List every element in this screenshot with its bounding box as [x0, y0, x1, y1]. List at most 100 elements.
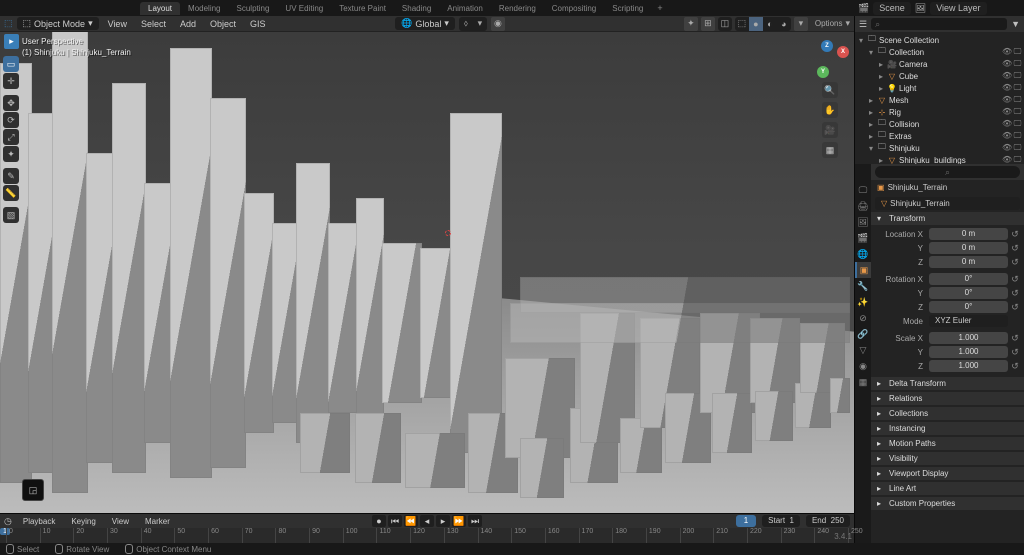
- workspace-tab-modeling[interactable]: Modeling: [180, 2, 228, 15]
- loc-y-field[interactable]: 0 m: [929, 242, 1008, 254]
- eye-icon[interactable]: 👁: [1002, 107, 1011, 117]
- eye-icon[interactable]: 👁: [1002, 95, 1011, 105]
- viewlayer-selector[interactable]: View Layer: [930, 2, 986, 15]
- gizmo-visibility-icon[interactable]: ✦: [684, 17, 698, 31]
- prop-tab-render[interactable]: 🖵: [855, 182, 871, 198]
- prop-tab-output[interactable]: 🖨: [855, 198, 871, 214]
- current-frame-field[interactable]: 1: [736, 515, 756, 527]
- tool-rotate[interactable]: ⟳: [3, 112, 19, 128]
- axis-x-icon[interactable]: X: [837, 46, 849, 58]
- play-icon[interactable]: ▸: [436, 515, 450, 527]
- rotation-mode-select[interactable]: XYZ Euler: [929, 315, 1008, 327]
- disclose-icon[interactable]: ▸: [879, 84, 887, 93]
- outliner-row[interactable]: ▸▽Cube👁🖵: [855, 70, 1024, 82]
- disable-icon[interactable]: 🖵: [1013, 83, 1022, 93]
- pan-icon[interactable]: ✋: [822, 102, 838, 118]
- lock-icon[interactable]: ↺: [1010, 288, 1020, 299]
- disclose-icon[interactable]: ▸: [879, 72, 887, 81]
- disable-icon[interactable]: 🖵: [1013, 155, 1022, 164]
- shading-wireframe-icon[interactable]: ⬚: [735, 17, 749, 31]
- nav-gizmo[interactable]: Z X Y: [811, 40, 849, 78]
- loc-z-field[interactable]: 0 m: [929, 256, 1008, 268]
- mini-axis-icon[interactable]: ◲: [22, 479, 44, 501]
- outliner-row[interactable]: ▸🎥Camera👁🖵: [855, 58, 1024, 70]
- tl-menu-playback[interactable]: Playback: [18, 517, 60, 526]
- outliner-row[interactable]: ▾🗀Collection👁🖵: [855, 46, 1024, 58]
- editor-type-icon[interactable]: ⬚: [4, 18, 13, 29]
- menu-file[interactable]: File: [20, 3, 47, 13]
- panel-header[interactable]: ▸Viewport Display: [871, 467, 1024, 480]
- scale-y-field[interactable]: 1.000: [929, 346, 1008, 358]
- eye-icon[interactable]: 👁: [1002, 47, 1011, 57]
- lock-icon[interactable]: ↺: [1010, 257, 1020, 268]
- prop-tab-world[interactable]: 🌐: [855, 246, 871, 262]
- object-name-field[interactable]: ▽ Shinjuku_Terrain: [875, 197, 1020, 210]
- tl-menu-view[interactable]: View: [107, 517, 134, 526]
- disclose-icon[interactable]: ▸: [879, 156, 887, 165]
- snap-group[interactable]: ⬨▾: [459, 17, 487, 31]
- xray-group[interactable]: ◫: [718, 17, 732, 31]
- snap-target-icon[interactable]: ▾: [473, 17, 487, 31]
- vh-menu-select[interactable]: Select: [136, 19, 171, 29]
- outliner-row[interactable]: ▾🗀Shinjuku👁🖵: [855, 142, 1024, 154]
- prop-tab-object[interactable]: ▣: [855, 262, 871, 278]
- timeline-ruler[interactable]: 0102030405060708090100110120130140150160…: [0, 528, 854, 544]
- disable-icon[interactable]: 🖵: [1013, 95, 1022, 105]
- disable-icon[interactable]: 🖵: [1013, 131, 1022, 141]
- jump-end-icon[interactable]: ⏭: [468, 515, 482, 527]
- rot-z-field[interactable]: 0°: [929, 301, 1008, 313]
- perspective-toggle-icon[interactable]: ▦: [822, 142, 838, 158]
- lock-icon[interactable]: ↺: [1010, 274, 1020, 285]
- disclose-icon[interactable]: ▾: [869, 144, 877, 153]
- tool-annotate[interactable]: ✎: [3, 168, 19, 184]
- panel-header[interactable]: ▸Line Art: [871, 482, 1024, 495]
- workspace-tab-compositing[interactable]: Compositing: [544, 2, 604, 15]
- play-reverse-icon[interactable]: ◂: [420, 515, 434, 527]
- disclose-icon[interactable]: ▸: [869, 96, 877, 105]
- disclose-icon[interactable]: ▸: [879, 60, 887, 69]
- lock-icon[interactable]: ↺: [1010, 361, 1020, 372]
- vh-menu-view[interactable]: View: [103, 19, 132, 29]
- vh-menu-gis[interactable]: GIS: [245, 19, 271, 29]
- options-label[interactable]: Options: [815, 19, 843, 28]
- loc-x-field[interactable]: 0 m: [929, 228, 1008, 240]
- workspace-tab-texturepaint[interactable]: Texture Paint: [331, 2, 394, 15]
- outliner-row[interactable]: ▸▽Mesh👁🖵: [855, 94, 1024, 106]
- properties-search[interactable]: ⌕: [875, 166, 1020, 178]
- filter-icon[interactable]: ▼: [1011, 19, 1020, 29]
- prop-tab-texture[interactable]: ▦: [855, 374, 871, 390]
- tool-add-cube[interactable]: ▧: [3, 207, 19, 223]
- workspace-tab-layout[interactable]: Layout: [140, 2, 180, 15]
- panel-header[interactable]: ▸Motion Paths: [871, 437, 1024, 450]
- panel-header[interactable]: ▸Visibility: [871, 452, 1024, 465]
- workspace-tab-sculpting[interactable]: Sculpting: [229, 2, 278, 15]
- axis-z-icon[interactable]: Z: [821, 40, 833, 52]
- prop-tab-viewlayer[interactable]: 🖼: [855, 214, 871, 230]
- tool-transform[interactable]: ✦: [3, 146, 19, 162]
- keyframe-prev-icon[interactable]: ⏪: [404, 515, 418, 527]
- viewport-3d[interactable]: ◲: [0, 32, 854, 513]
- panel-transform-header[interactable]: ▾ Transform: [871, 212, 1024, 225]
- disclose-icon[interactable]: ▸: [869, 120, 877, 129]
- camera-view-icon[interactable]: 🎥: [822, 122, 838, 138]
- workspace-tab-uvediting[interactable]: UV Editing: [277, 2, 331, 15]
- eye-icon[interactable]: 👁: [1002, 83, 1011, 93]
- scale-x-field[interactable]: 1.000: [929, 332, 1008, 344]
- magnet-icon[interactable]: ⬨: [459, 17, 473, 31]
- disable-icon[interactable]: 🖵: [1013, 71, 1022, 81]
- zoom-icon[interactable]: 🔍: [822, 82, 838, 98]
- tool-move[interactable]: ✥: [3, 95, 19, 111]
- prop-tab-constraints[interactable]: 🔗: [855, 326, 871, 342]
- prop-tab-modifiers[interactable]: 🔧: [855, 278, 871, 294]
- disclose-icon[interactable]: ▾: [859, 36, 867, 45]
- overlay-icon[interactable]: ⊞: [701, 17, 715, 31]
- jump-start-icon[interactable]: ⏮: [388, 515, 402, 527]
- mode-selector[interactable]: ⬚ Object Mode ▾: [17, 17, 99, 30]
- rot-x-field[interactable]: 0°: [929, 273, 1008, 285]
- workspace-tab-scripting[interactable]: Scripting: [604, 2, 651, 15]
- menu-edit[interactable]: Edit: [47, 3, 75, 13]
- panel-header[interactable]: ▸Relations: [871, 392, 1024, 405]
- workspace-tab-animation[interactable]: Animation: [439, 2, 491, 15]
- eye-icon[interactable]: 👁: [1002, 71, 1011, 81]
- shading-solid-icon[interactable]: ●: [749, 17, 763, 31]
